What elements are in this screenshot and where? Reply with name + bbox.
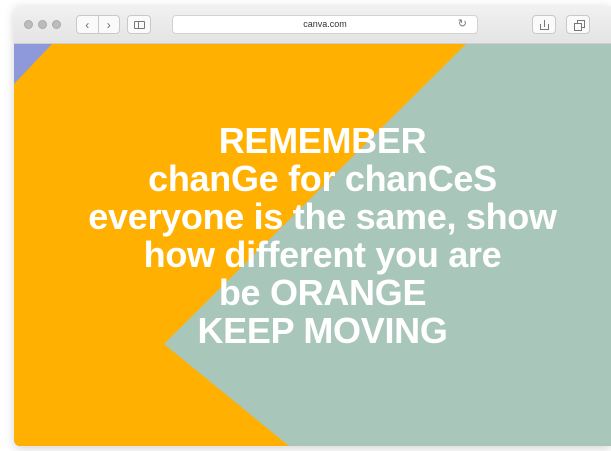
poster-line: everyone is the same, show xyxy=(88,196,557,237)
minimize-window-button[interactable] xyxy=(38,20,47,29)
url-text: canva.com xyxy=(303,19,347,29)
reload-icon[interactable]: ↻ xyxy=(458,16,467,33)
page-content: REMEMBER chanGe for chanCeS everyone is … xyxy=(14,44,611,446)
history-navigation: ‹ › xyxy=(76,15,120,34)
maximize-window-button[interactable] xyxy=(52,20,61,29)
address-bar[interactable]: canva.com ↻ xyxy=(172,15,478,34)
back-button[interactable]: ‹ xyxy=(77,16,98,33)
chevron-right-icon: › xyxy=(106,17,111,32)
share-icon xyxy=(539,19,549,30)
browser-toolbar: ‹ › canva.com ↻ xyxy=(14,6,611,44)
chevron-left-icon: ‹ xyxy=(85,17,90,32)
tabs-icon xyxy=(573,20,585,31)
browser-window: ‹ › canva.com ↻ REMEMBER chanGe for chan… xyxy=(14,6,611,446)
show-tabs-button[interactable] xyxy=(566,15,590,34)
sidebar-icon xyxy=(133,20,145,29)
close-window-button[interactable] xyxy=(24,20,33,29)
poster-line: be ORANGE xyxy=(218,272,427,313)
sidebar-toggle-button[interactable] xyxy=(127,15,151,34)
poster-line: REMEMBER xyxy=(218,120,427,161)
share-button[interactable] xyxy=(532,15,556,34)
poster-line: how different you are xyxy=(143,234,502,275)
poster-line: chanGe for chanCeS xyxy=(148,158,497,199)
poster-headline: REMEMBER chanGe for chanCeS everyone is … xyxy=(34,122,611,350)
forward-button[interactable]: › xyxy=(99,16,120,33)
poster-line: KEEP MOVING xyxy=(197,310,448,351)
